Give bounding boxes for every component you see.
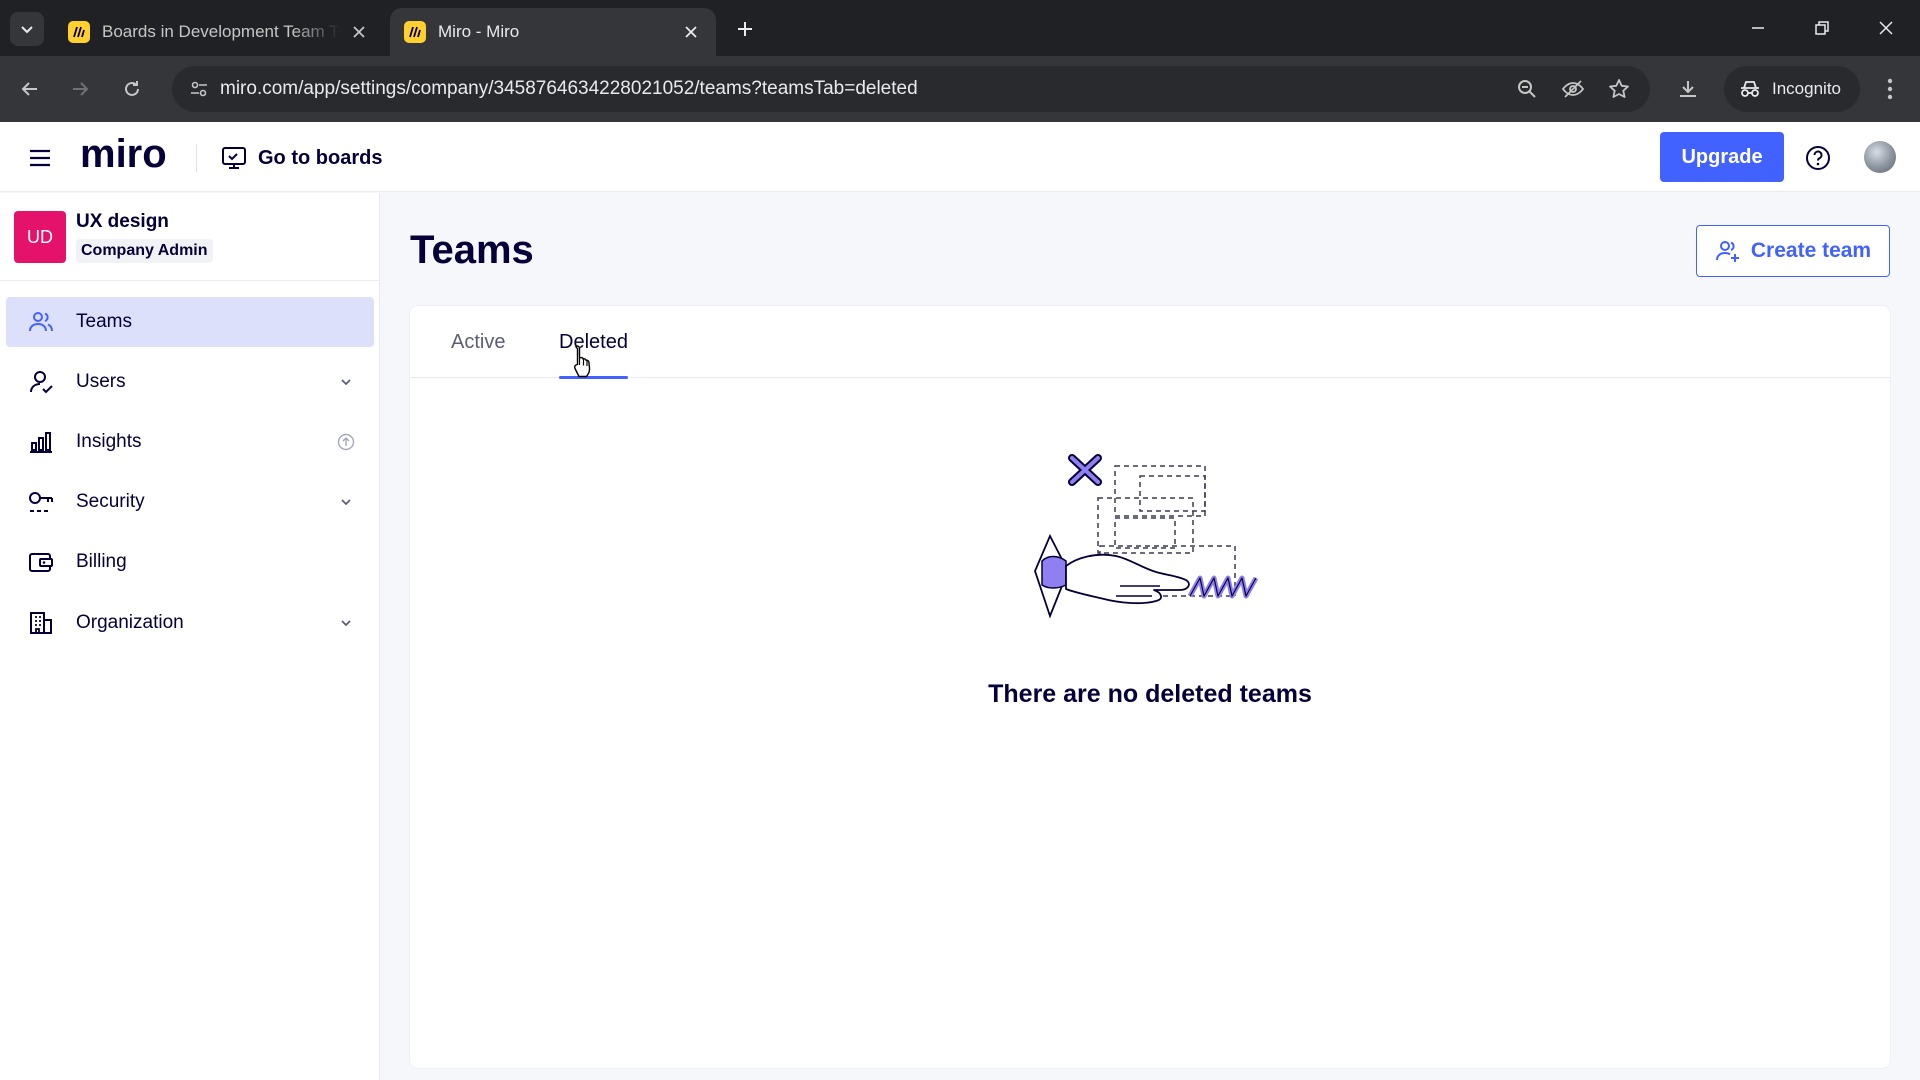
chevron-down-icon[interactable] (334, 611, 358, 635)
restore-icon (1815, 21, 1829, 35)
sidebar-item-users[interactable]: Users (6, 357, 374, 407)
sidebar-item-label: Teams (76, 311, 132, 332)
sidebar-item-organization[interactable]: Organization (6, 598, 374, 648)
eye-off-icon[interactable] (1558, 74, 1588, 104)
pointer-cursor-icon (573, 345, 591, 378)
zoom-icon[interactable] (1512, 74, 1542, 104)
arrow-left-icon (21, 82, 37, 96)
building-icon (26, 608, 56, 638)
reload-button[interactable] (116, 73, 148, 105)
add-user-icon (1715, 241, 1739, 262)
window-close-button[interactable] (1870, 12, 1902, 44)
minimize-icon (1752, 27, 1764, 29)
close-icon[interactable] (680, 21, 702, 43)
url-text: miro.com/app/settings/company/3458764634… (220, 78, 918, 99)
sidebar-item-teams[interactable]: Teams (6, 297, 374, 347)
incognito-label: Incognito (1772, 79, 1841, 98)
restore-button[interactable] (1806, 12, 1838, 44)
upgrade-icon (334, 430, 358, 454)
menu-icon (30, 149, 50, 167)
new-tab-button[interactable] (730, 14, 760, 44)
tab-search-button[interactable] (10, 12, 44, 46)
sidebar-item-label: Users (76, 371, 126, 392)
app-header: miro Go to boards Upgrade (0, 122, 1920, 192)
settings-sidebar: UD UX design Company Admin Teams Users I… (0, 193, 380, 1080)
wallet-icon (26, 547, 56, 577)
key-icon (26, 487, 56, 517)
star-icon[interactable] (1604, 74, 1634, 104)
sidebar-item-insights[interactable]: Insights (6, 417, 374, 467)
address-bar[interactable]: miro.com/app/settings/company/3458764634… (172, 66, 1650, 112)
browser-menu-icon[interactable] (1874, 73, 1906, 105)
plus-icon (738, 22, 752, 36)
miro-logo[interactable]: miro (80, 132, 167, 177)
go-to-boards-label: Go to boards (258, 146, 383, 169)
go-to-boards-link[interactable]: Go to boards (220, 140, 382, 176)
download-icon[interactable] (1672, 73, 1704, 105)
browser-tab-title: Miro - Miro (438, 22, 520, 41)
teams-icon (26, 307, 56, 337)
arrow-right-icon (73, 82, 89, 96)
sidebar-item-billing[interactable]: Billing (6, 537, 374, 587)
site-info-icon[interactable] (184, 74, 214, 104)
sidebar-item-label: Billing (76, 551, 127, 572)
empty-state-illustration (1034, 454, 1259, 619)
incognito-indicator[interactable]: Incognito (1724, 66, 1860, 112)
teams-tabs: Active Deleted (410, 306, 1890, 379)
x-mark-icon (1068, 454, 1102, 486)
chevron-down-icon (21, 26, 33, 34)
chevron-down-icon[interactable] (334, 370, 358, 394)
tab-active[interactable]: Active (451, 306, 505, 378)
boards-icon (222, 147, 246, 169)
miro-favicon-icon (68, 21, 90, 43)
bar-chart-icon (26, 427, 56, 457)
hamburger-menu-button[interactable] (24, 142, 56, 174)
teams-card: Active Deleted There are no deleted team… (410, 306, 1890, 1068)
close-icon[interactable] (348, 21, 370, 43)
user-avatar[interactable] (1864, 141, 1896, 173)
sidebar-item-label: Insights (76, 431, 142, 452)
create-team-button[interactable]: Create team (1696, 225, 1890, 277)
incognito-icon (1741, 81, 1759, 97)
sidebar-item-label: Organization (76, 612, 184, 633)
header-divider (196, 144, 197, 172)
org-switcher[interactable]: UD UX design Company Admin (0, 193, 379, 281)
reload-icon (125, 81, 139, 96)
help-button[interactable] (1802, 142, 1834, 174)
browser-tab-title: Boards in Development Team Te (102, 22, 340, 41)
org-name: UX design (76, 211, 169, 232)
miro-favicon-icon (404, 21, 426, 43)
minimize-button[interactable] (1742, 12, 1774, 44)
upgrade-button[interactable]: Upgrade (1660, 132, 1784, 182)
browser-tab-boards[interactable]: Boards in Development Team Te (54, 8, 384, 56)
sidebar-item-security[interactable]: Security (6, 477, 374, 527)
browser-tabstrip: Boards in Development Team Te Miro - Mir… (0, 0, 1920, 56)
back-button[interactable] (14, 73, 46, 105)
org-badge: UD (14, 211, 66, 263)
close-icon (1879, 21, 1893, 35)
user-icon (26, 367, 56, 397)
org-role-badge: Company Admin (76, 239, 213, 263)
browser-toolbar: miro.com/app/settings/company/3458764634… (0, 56, 1920, 122)
empty-state-message: There are no deleted teams (988, 680, 1312, 708)
sidebar-item-label: Security (76, 491, 145, 512)
page-title: Teams (410, 228, 534, 272)
browser-tab-miro[interactable]: Miro - Miro (390, 8, 716, 56)
help-icon (1806, 146, 1830, 170)
create-team-label: Create team (1750, 239, 1872, 262)
chevron-down-icon[interactable] (334, 490, 358, 514)
forward-button[interactable] (64, 73, 96, 105)
miro-app: miro Go to boards Upgrade UD UX design C… (0, 122, 1920, 1080)
